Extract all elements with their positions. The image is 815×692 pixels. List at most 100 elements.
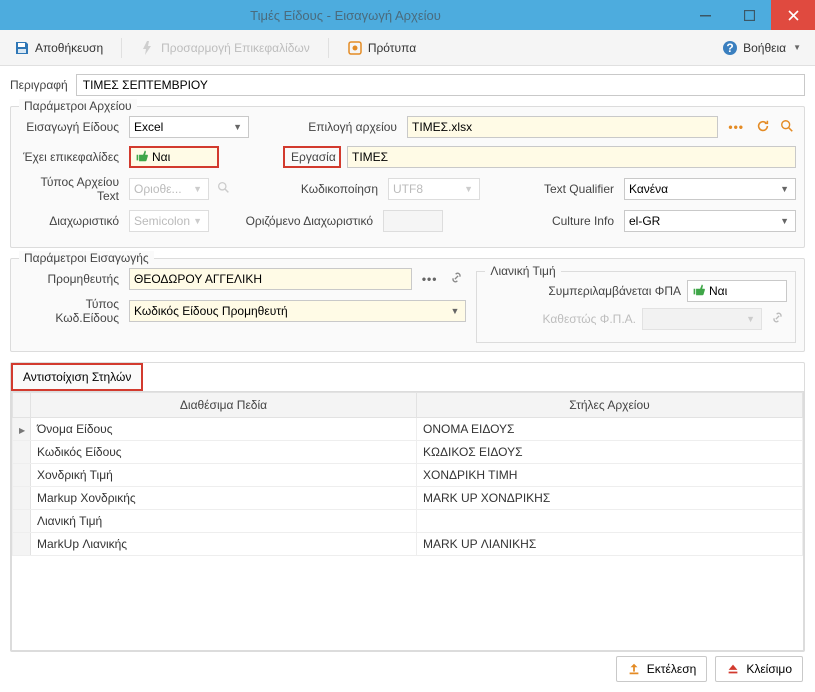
- footer: Εκτέλεση Κλείσιμο: [616, 656, 803, 682]
- save-label: Αποθήκευση: [35, 41, 103, 55]
- has-headers-label: Έχει επικεφαλίδες: [19, 150, 123, 164]
- cell-available[interactable]: Λιανική Τιμή: [31, 510, 417, 533]
- maximize-button[interactable]: [727, 0, 771, 30]
- save-icon: [14, 40, 30, 56]
- delimiter-select[interactable]: Semicolon ▼: [129, 210, 209, 232]
- col-file[interactable]: Στήλες Αρχείου: [417, 393, 803, 418]
- cell-available[interactable]: Όνομα Είδους: [31, 418, 417, 441]
- row-gutter: [13, 510, 31, 533]
- retail-price-title: Λιανική Τιμή: [485, 264, 560, 278]
- save-button[interactable]: Αποθήκευση: [8, 36, 109, 60]
- tab-column-mapping[interactable]: Αντιστοίχιση Στηλών: [11, 363, 143, 391]
- chevron-down-icon: ▼: [462, 184, 475, 194]
- minimize-button[interactable]: [683, 0, 727, 30]
- text-qualifier-select[interactable]: Κανένα ▼: [624, 178, 796, 200]
- task-input[interactable]: [347, 146, 796, 168]
- table-row[interactable]: Όνομα ΕίδουςΟΝΟΜΑ ΕΙΔΟΥΣ: [13, 418, 803, 441]
- description-label: Περιγραφή: [10, 78, 68, 92]
- culture-select[interactable]: el-GR ▼: [624, 210, 796, 232]
- vat-included-toggle[interactable]: Ναι: [687, 280, 787, 302]
- custom-delim-input[interactable]: [383, 210, 443, 232]
- supplier-browse-button[interactable]: •••: [418, 272, 442, 286]
- template-icon: [347, 40, 363, 56]
- import-type-select[interactable]: Excel ▼: [129, 116, 249, 138]
- table-row[interactable]: Χονδρική ΤιμήΧΟΝΔΡΙΚΗ ΤΙΜΗ: [13, 464, 803, 487]
- adapt-headers-button[interactable]: Προσαρμογή Επικεφαλίδων: [134, 36, 316, 60]
- cell-available[interactable]: MarkUp Λιανικής: [31, 533, 417, 556]
- link-icon[interactable]: [447, 271, 466, 287]
- has-headers-toggle[interactable]: Ναι: [129, 146, 219, 168]
- cell-file-col[interactable]: MARK UP ΛΙΑΝΙΚΗΣ: [417, 533, 803, 556]
- cell-file-col[interactable]: ΚΩΔΙΚΟΣ ΕΙΔΟΥΣ: [417, 441, 803, 464]
- close-button[interactable]: [771, 0, 815, 30]
- col-available[interactable]: Διαθέσιμα Πεδία: [31, 393, 417, 418]
- upload-icon: [627, 662, 641, 676]
- cell-file-col[interactable]: ΟΝΟΜΑ ΕΙΔΟΥΣ: [417, 418, 803, 441]
- file-params-group: Παράμετροι Αρχείου Εισαγωγή Είδους Excel…: [10, 106, 805, 248]
- encoding-label: Κωδικοποίηση: [264, 182, 382, 196]
- chevron-down-icon: ▼: [449, 306, 462, 316]
- link-icon[interactable]: [768, 311, 787, 327]
- table-row[interactable]: MarkUp ΛιανικήςMARK UP ΛΙΑΝΙΚΗΣ: [13, 533, 803, 556]
- chevron-down-icon: ▼: [191, 216, 204, 226]
- encoding-select[interactable]: UTF8 ▼: [388, 178, 480, 200]
- chevron-down-icon: ▼: [778, 216, 791, 226]
- text-qualifier-label: Text Qualifier: [530, 182, 618, 196]
- close-footer-button[interactable]: Κλείσιμο: [715, 656, 803, 682]
- supplier-input[interactable]: [129, 268, 412, 290]
- vat-included-value: Ναι: [709, 284, 727, 298]
- import-type-value: Excel: [134, 120, 163, 134]
- eject-icon: [726, 662, 740, 676]
- mapping-table-wrap: Διαθέσιμα Πεδία Στήλες Αρχείου Όνομα Είδ…: [11, 391, 804, 651]
- chevron-down-icon: ▼: [231, 122, 244, 132]
- table-row[interactable]: Λιανική Τιμή: [13, 510, 803, 533]
- mapping-table: Διαθέσιμα Πεδία Στήλες Αρχείου Όνομα Είδ…: [12, 392, 803, 556]
- custom-delim-label: Οριζόμενο Διαχωριστικό: [227, 214, 377, 228]
- close-footer-label: Κλείσιμο: [746, 662, 792, 676]
- description-row: Περιγραφή: [10, 74, 805, 96]
- row-gutter: [13, 464, 31, 487]
- mapping-group: Αντιστοίχιση Στηλών Διαθέσιμα Πεδία Στήλ…: [10, 362, 805, 652]
- window-controls: [683, 0, 815, 30]
- table-row[interactable]: Markup ΧονδρικήςMARK UP ΧΟΝΔΡΙΚΗΣ: [13, 487, 803, 510]
- chevron-down-icon: ▼: [191, 184, 204, 194]
- cell-available[interactable]: Markup Χονδρικής: [31, 487, 417, 510]
- chevron-down-icon: ▼: [778, 184, 791, 194]
- cell-file-col[interactable]: MARK UP ΧΟΝΔΡΙΚΗΣ: [417, 487, 803, 510]
- vat-included-label: Συμπεριλαμβάνεται ΦΠΑ: [485, 284, 681, 298]
- supplier-text[interactable]: [134, 269, 407, 289]
- import-params-group: Παράμετροι Εισαγωγής Προμηθευτής ••• Τύπ…: [10, 258, 805, 352]
- file-path-input[interactable]: [407, 116, 718, 138]
- cell-available[interactable]: Χονδρική Τιμή: [31, 464, 417, 487]
- file-select-label: Επιλογή αρχείου: [283, 120, 401, 134]
- file-path-text[interactable]: [412, 117, 713, 137]
- table-row[interactable]: Κωδικός ΕίδουςΚΩΔΙΚΟΣ ΕΙΔΟΥΣ: [13, 441, 803, 464]
- templates-label: Πρότυπα: [368, 41, 416, 55]
- help-button[interactable]: ? Βοήθεια ▼: [716, 36, 807, 60]
- cell-available[interactable]: Κωδικός Είδους: [31, 441, 417, 464]
- thumb-up-icon: [692, 283, 705, 299]
- toolbar: Αποθήκευση Προσαρμογή Επικεφαλίδων Πρότυ…: [0, 30, 815, 66]
- browse-button[interactable]: •••: [724, 120, 748, 134]
- task-text[interactable]: [352, 147, 791, 167]
- cell-file-col[interactable]: ΧΟΝΔΡΙΚΗ ΤΙΜΗ: [417, 464, 803, 487]
- titlebar: Τιμές Είδους - Εισαγωγή Αρχείου: [0, 0, 815, 30]
- chevron-down-icon: ▼: [744, 314, 757, 324]
- svg-text:?: ?: [726, 41, 733, 55]
- text-type-select[interactable]: Οριοθε... ▼: [129, 178, 209, 200]
- delimiter-value: Semicolon: [134, 214, 190, 228]
- cell-file-col[interactable]: [417, 510, 803, 533]
- execute-button[interactable]: Εκτέλεση: [616, 656, 708, 682]
- refresh-icon[interactable]: [754, 119, 772, 136]
- culture-label: Culture Info: [530, 214, 618, 228]
- help-label: Βοήθεια: [743, 41, 786, 55]
- custom-delim-text[interactable]: [388, 211, 438, 231]
- search-icon[interactable]: [215, 181, 232, 197]
- templates-button[interactable]: Πρότυπα: [341, 36, 422, 60]
- text-type-value: Οριοθε...: [134, 182, 182, 196]
- code-type-select[interactable]: Κωδικός Είδους Προμηθευτή ▼: [129, 300, 466, 322]
- vat-rate-label: Καθεστώς Φ.Π.Α.: [485, 312, 636, 326]
- supplier-label: Προμηθευτής: [19, 272, 123, 286]
- search-icon[interactable]: [778, 119, 796, 136]
- description-input[interactable]: [76, 74, 805, 96]
